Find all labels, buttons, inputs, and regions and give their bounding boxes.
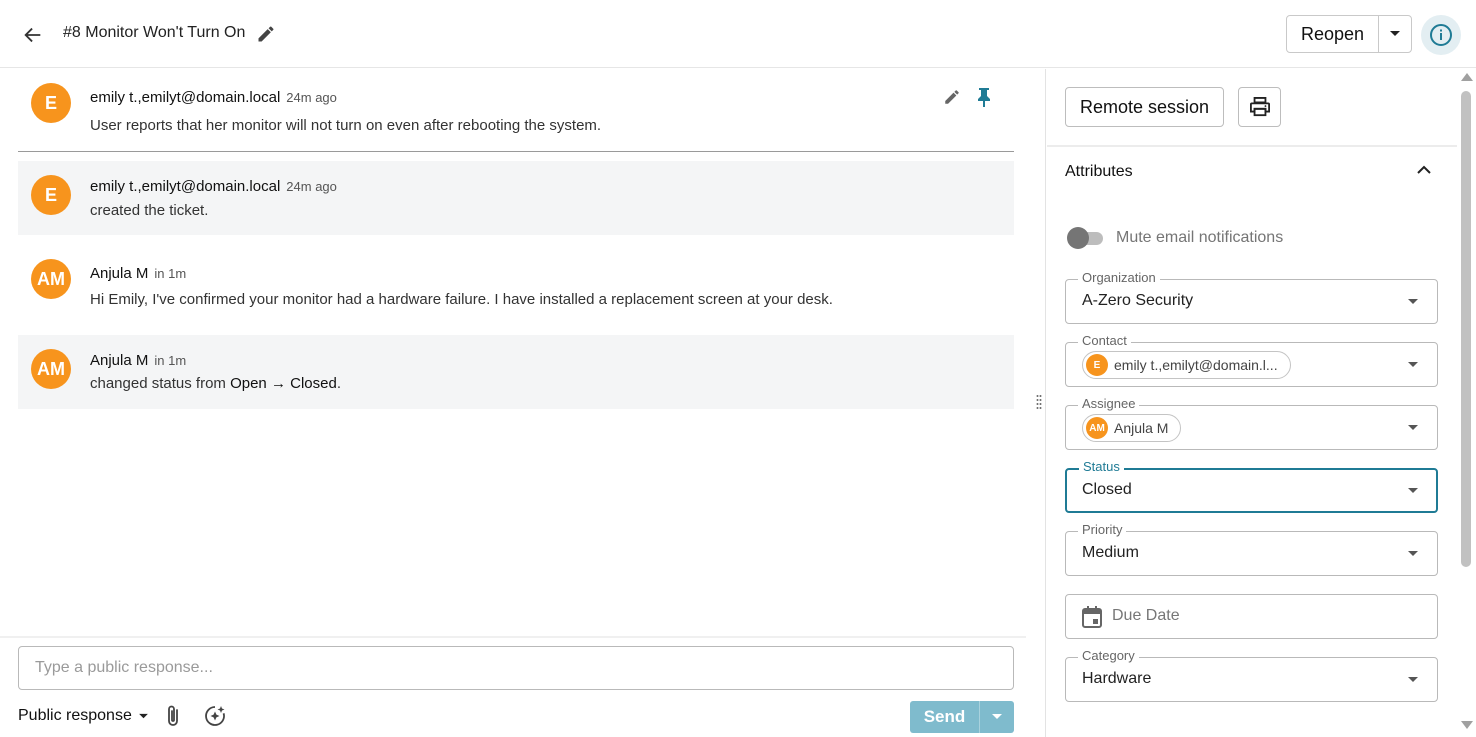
avatar: E [31, 175, 71, 215]
attributes-heading: Attributes [1065, 163, 1133, 180]
field-value: A-Zero Security [1082, 292, 1194, 309]
ticket-side-panel: Remote session Attributes Mute email not… [1047, 69, 1457, 737]
mute-email-toggle[interactable] [1067, 227, 1103, 249]
print-icon[interactable] [1238, 87, 1281, 127]
side-divider [1047, 145, 1457, 147]
message-item: E emily t.,emilyt@domain.local 24m ago Us… [18, 69, 1014, 149]
message-item: E emily t.,emilyt@domain.local 24m ago cr… [18, 161, 1014, 235]
chevron-down-icon [138, 713, 148, 718]
field-value: Hardware [1082, 670, 1152, 687]
field-label: Priority [1078, 522, 1127, 538]
response-type-label: Public response [18, 707, 132, 724]
field-label: Category [1078, 648, 1139, 664]
edit-message-pencil-icon[interactable] [943, 88, 963, 108]
chevron-down-icon [1408, 425, 1418, 430]
side-panel-scrollbar[interactable] [1457, 69, 1476, 737]
status-change-suffix: . [336, 375, 341, 392]
reopen-button-group: Reopen [1286, 15, 1412, 53]
author-name: emily t.,emilyt@domain.local [90, 89, 281, 106]
chevron-down-icon [1408, 299, 1418, 304]
avatar: AM [31, 259, 71, 299]
remote-session-button[interactable]: Remote session [1065, 87, 1224, 127]
field-label: Assignee [1078, 396, 1140, 412]
message-author: Anjula M in 1m [90, 265, 186, 282]
ticket-view: #8 Monitor Won't Turn On Reopen E emily … [0, 0, 1476, 737]
ticket-header: #8 Monitor Won't Turn On Reopen [0, 0, 1476, 68]
chevron-down-icon [1408, 551, 1418, 556]
ai-assist-sparkle-icon[interactable] [203, 704, 227, 728]
attachment-paperclip-icon[interactable] [164, 704, 186, 728]
chevron-down-icon [1408, 488, 1418, 493]
scroll-thumb[interactable] [1461, 91, 1471, 567]
message-author: Anjula M in 1m [90, 352, 186, 369]
message-author: emily t.,emilyt@domain.local 24m ago [90, 89, 337, 106]
assignee-chip[interactable]: AM Anjula M [1082, 414, 1182, 442]
organization-select[interactable]: Organization A-Zero Security [1065, 270, 1438, 324]
avatar: E [31, 83, 71, 123]
category-select[interactable]: Category Hardware [1065, 648, 1438, 702]
field-value: Closed [1082, 481, 1132, 498]
avatar: E [1086, 354, 1108, 376]
message-time: 24m ago [286, 179, 337, 194]
pin-icon[interactable] [976, 87, 996, 107]
message-body: Hi Emily, I've confirmed your monitor ha… [90, 291, 833, 308]
mute-email-label: Mute email notifications [1116, 229, 1284, 246]
field-label: Contact [1078, 333, 1131, 349]
pinned-divider [18, 151, 1014, 152]
composer-divider [0, 636, 1026, 638]
reopen-options-caret-icon[interactable] [1379, 16, 1411, 52]
send-button-group: Send [910, 701, 1014, 733]
message-author: emily t.,emilyt@domain.local 24m ago [90, 178, 337, 195]
due-date-placeholder: Due Date [1112, 607, 1180, 624]
author-name: emily t.,emilyt@domain.local [90, 178, 281, 195]
field-value: Medium [1082, 544, 1139, 561]
ticket-title: #8 Monitor Won't Turn On [63, 24, 246, 41]
conversation-pane: E emily t.,emilyt@domain.local 24m ago Us… [0, 69, 1032, 637]
calendar-icon [1082, 606, 1102, 628]
chevron-up-icon[interactable] [1417, 162, 1437, 182]
message-body: changed status from Open → Closed. [90, 375, 341, 392]
priority-select[interactable]: Priority Medium [1065, 522, 1438, 576]
author-name: Anjula M [90, 352, 149, 369]
status-change-prefix: changed status from [90, 375, 231, 392]
avatar: AM [31, 349, 71, 389]
scroll-down-arrow-icon[interactable] [1461, 721, 1473, 729]
contact-chip[interactable]: E emily t.,emilyt@domain.l... [1082, 351, 1291, 379]
from-status: Open [230, 375, 267, 392]
contact-select[interactable]: Contact E emily t.,emilyt@domain.l... [1065, 333, 1438, 387]
chevron-down-icon [1408, 362, 1418, 367]
public-response-input[interactable] [18, 646, 1014, 690]
message-body: User reports that her monitor will not t… [90, 117, 602, 134]
message-body: created the ticket. [90, 202, 209, 219]
send-options-caret-icon[interactable] [979, 701, 1014, 733]
message-time: in 1m [154, 266, 187, 281]
message-time: in 1m [154, 353, 187, 368]
pane-splitter[interactable] [1032, 69, 1046, 737]
assignee-select[interactable]: Assignee AM Anjula M [1065, 396, 1438, 450]
drag-handle-icon [1036, 395, 1042, 409]
message-time: 24m ago [286, 90, 337, 105]
chip-label: emily t.,emilyt@domain.l... [1114, 357, 1278, 373]
to-status: Closed [290, 375, 337, 392]
avatar: AM [1086, 417, 1108, 439]
status-arrow: → [270, 375, 286, 392]
field-label: Organization [1078, 270, 1160, 286]
response-type-dropdown[interactable]: Public response [18, 707, 149, 725]
message-item: AM Anjula M in 1m changed status from Ope… [18, 335, 1014, 409]
toggle-knob [1067, 227, 1089, 249]
status-select[interactable]: Status Closed [1065, 459, 1438, 513]
author-name: Anjula M [90, 265, 149, 282]
info-icon[interactable] [1421, 15, 1461, 55]
chip-label: Anjula M [1114, 420, 1169, 436]
send-button[interactable]: Send [910, 701, 979, 733]
edit-title-pencil-icon[interactable] [256, 24, 276, 44]
reopen-button[interactable]: Reopen [1287, 16, 1379, 52]
due-date-field[interactable]: Due Date [1065, 594, 1438, 639]
message-item: AM Anjula M in 1m Hi Emily, I've confirme… [18, 247, 1014, 317]
chevron-down-icon [1408, 677, 1418, 682]
back-arrow-icon[interactable] [20, 22, 46, 48]
scroll-up-arrow-icon[interactable] [1461, 73, 1473, 81]
field-label: Status [1079, 459, 1124, 475]
